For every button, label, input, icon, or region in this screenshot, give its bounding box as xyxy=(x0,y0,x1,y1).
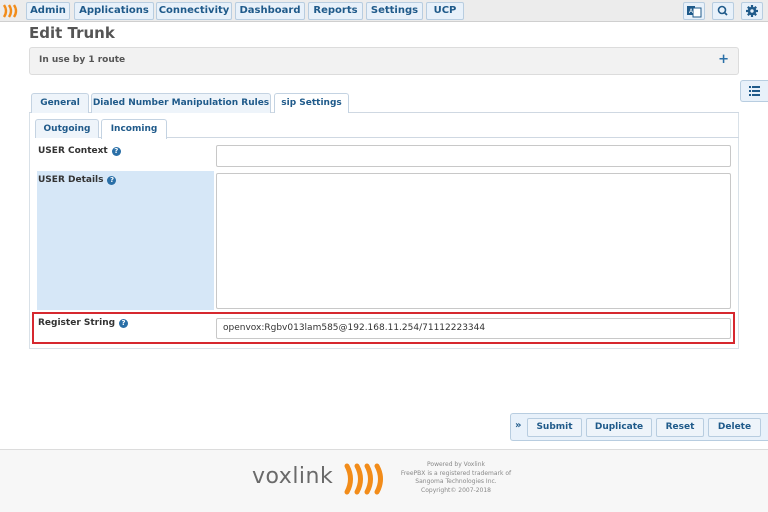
action-bar-toggle[interactable]: » xyxy=(515,420,521,431)
side-menu-toggle[interactable] xyxy=(740,80,768,102)
user-details-label: USER Details? xyxy=(38,175,117,185)
help-icon[interactable]: ? xyxy=(111,147,121,156)
subtab-outgoing[interactable]: Outgoing xyxy=(35,119,99,138)
footer-credits: Powered by Voxlink FreePBX is a register… xyxy=(400,461,512,495)
nav-admin[interactable]: Admin xyxy=(26,2,70,20)
search-icon xyxy=(717,5,728,16)
user-details-textarea[interactable] xyxy=(216,173,731,309)
nav-dashboard[interactable]: Dashboard xyxy=(235,2,305,20)
duplicate-button[interactable]: Duplicate xyxy=(586,418,652,437)
user-details-label-text: USER Details xyxy=(38,175,104,185)
sip-subtabs: Outgoing Incoming xyxy=(35,119,739,139)
tab-sip-settings[interactable]: sip Settings xyxy=(274,93,349,114)
list-icon xyxy=(749,86,760,96)
voxlink-logo-icon[interactable] xyxy=(342,462,388,496)
translate-icon: A xyxy=(687,6,702,18)
nav-connectivity[interactable]: Connectivity xyxy=(156,2,232,20)
user-context-label-text: USER Context xyxy=(38,146,108,156)
register-string-highlight xyxy=(32,312,735,344)
footer-line: FreePBX is a registered trademark of xyxy=(400,469,512,477)
subtab-incoming[interactable]: Incoming xyxy=(101,119,167,139)
user-context-input[interactable] xyxy=(216,145,731,167)
delete-button[interactable]: Delete xyxy=(708,418,761,437)
nav-ucp[interactable]: UCP xyxy=(426,2,464,20)
footer-line: Copyright© 2007-2018 xyxy=(421,486,491,494)
nav-applications[interactable]: Applications xyxy=(74,2,154,20)
user-details-label-cell xyxy=(37,171,214,310)
footer-line: Sangoma Technologies Inc. xyxy=(415,478,497,485)
expand-plus-icon[interactable]: + xyxy=(718,52,729,67)
footer-line: Powered by Voxlink xyxy=(427,461,485,468)
search-button[interactable] xyxy=(712,2,734,20)
settings-button[interactable] xyxy=(741,2,763,20)
freepbx-logo-icon[interactable] xyxy=(2,4,20,18)
gear-icon xyxy=(746,5,758,17)
submit-button[interactable]: Submit xyxy=(527,418,582,437)
nav-settings[interactable]: Settings xyxy=(366,2,423,20)
page-title: Edit Trunk xyxy=(29,24,115,42)
reset-button[interactable]: Reset xyxy=(656,418,704,437)
tab-general[interactable]: General xyxy=(31,93,89,113)
route-usage-label: In use by 1 route xyxy=(39,55,126,65)
translate-button[interactable]: A xyxy=(683,2,705,20)
user-context-label: USER Context? xyxy=(38,146,121,156)
trunk-tabs: General Dialed Number Manipulation Rules… xyxy=(29,93,739,114)
route-usage-panel[interactable]: In use by 1 route + xyxy=(29,47,739,75)
footer-brand[interactable]: voxlink xyxy=(252,464,333,489)
nav-reports[interactable]: Reports xyxy=(308,2,363,20)
tab-dialed-number-manipulation-rules[interactable]: Dialed Number Manipulation Rules xyxy=(91,93,271,113)
help-icon[interactable]: ? xyxy=(107,176,117,185)
